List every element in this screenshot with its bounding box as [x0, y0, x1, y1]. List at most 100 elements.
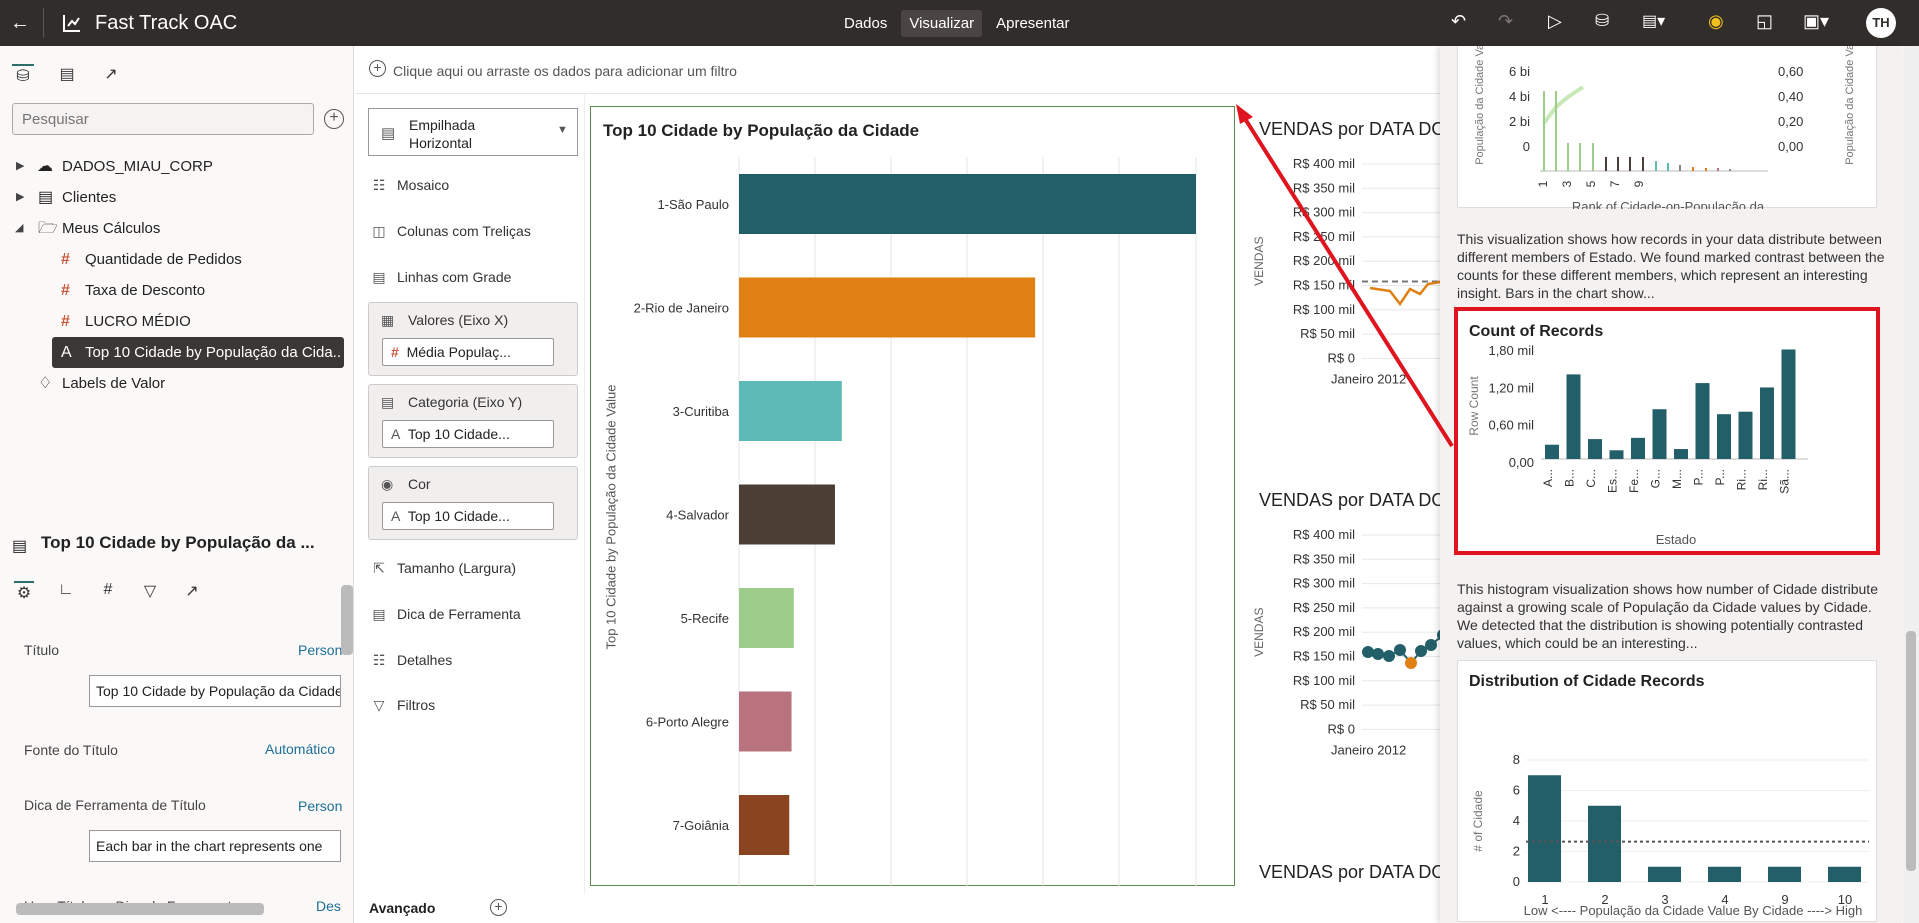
- grammar-detalhes[interactable]: ☷ Detalhes: [369, 652, 453, 669]
- titulo-input[interactable]: Top 10 Cidade by População da Cidade: [89, 675, 341, 707]
- dica-titulo-input[interactable]: Each bar in the chart represents one: [89, 830, 341, 862]
- tag-icon: ♢: [38, 375, 53, 392]
- add-data-icon[interactable]: +: [324, 109, 344, 129]
- bar: [1528, 775, 1561, 882]
- pill-label: Top 10 Cidade...: [407, 426, 510, 442]
- data-tree: ▶ ☁ DADOS_MIAU_CORP ▶ ▤ Clientes ◢ 🗁 Meu…: [0, 151, 354, 399]
- x-tick-label: Janeiro 2012: [1331, 371, 1406, 386]
- tab-visualizar[interactable]: Visualizar: [901, 10, 983, 37]
- insights-scrollbar[interactable]: [1903, 46, 1919, 923]
- comment-icon[interactable]: ▤▾: [1642, 11, 1665, 31]
- export-icon[interactable]: ◱: [1756, 11, 1773, 32]
- chart-title: VENDAS por DATA DO P: [1259, 862, 1450, 882]
- attribute-a-icon: A: [391, 508, 401, 524]
- vendas-line-chart-1[interactable]: R$ 400 mil R$ 350 mil R$ 300 mil R$ 250 mil…: [1250, 144, 1450, 444]
- usar-titulo-link[interactable]: Des: [316, 898, 341, 914]
- tree-item-label: DADOS_MIAU_CORP: [62, 158, 213, 175]
- tab-dados[interactable]: Dados: [836, 10, 895, 37]
- insight-bulb-icon[interactable]: ◉: [1708, 11, 1724, 32]
- general-settings-icon[interactable]: ⚙: [14, 581, 34, 602]
- titulo-link[interactable]: Person: [298, 642, 342, 658]
- bar: [739, 691, 792, 752]
- visualizations-tab-icon[interactable]: ▤: [56, 64, 78, 86]
- collapse-arrow-icon[interactable]: ◢: [15, 213, 23, 244]
- tree-item-label: Meus Cálculos: [62, 220, 161, 237]
- tree-item-taxa[interactable]: # Taxa de Desconto: [0, 275, 354, 306]
- avancado-label[interactable]: Avançado: [369, 900, 435, 916]
- axis-icon[interactable]: ∟: [56, 581, 76, 601]
- bar: [1828, 866, 1861, 882]
- measure-hash-icon: #: [61, 313, 70, 330]
- analytics-icon[interactable]: ↗: [182, 581, 202, 601]
- y-tick-label: 2 bi: [1509, 114, 1530, 129]
- valores-dropzone[interactable]: ▦ Valores (Eixo X) # Média Populaç...: [368, 302, 578, 376]
- tree-item-quantidade[interactable]: # Quantidade de Pedidos: [0, 244, 354, 275]
- filter-icon[interactable]: ▽: [140, 581, 160, 601]
- tree-item-dados[interactable]: ▶ ☁ DADOS_MIAU_CORP: [0, 151, 354, 182]
- cor-pill[interactable]: A Top 10 Cidade...: [382, 502, 554, 530]
- tree-item-meus-calculos[interactable]: ◢ 🗁 Meus Cálculos: [0, 213, 354, 244]
- y-tick-label: 8: [1513, 752, 1520, 767]
- tree-item-label: Labels de Valor: [62, 375, 166, 392]
- redo-icon[interactable]: ↷: [1498, 11, 1513, 32]
- play-icon[interactable]: ▷: [1548, 11, 1562, 32]
- data-tab-icon[interactable]: ⛁: [12, 64, 34, 86]
- insight-text-2: This histogram visualization shows how n…: [1457, 581, 1878, 651]
- vendas-line-chart-2[interactable]: R$ 400 mil R$ 350 mil R$ 300 mil R$ 250 mil…: [1250, 515, 1450, 815]
- y-axis-label: # of Cidade: [1471, 790, 1485, 852]
- back-arrow-icon[interactable]: ←: [10, 12, 30, 35]
- y-tick-label: R$ 50 mil: [1300, 697, 1355, 712]
- tree-item-clientes[interactable]: ▶ ▤ Clientes: [0, 182, 354, 213]
- y-tick-label: R$ 200 mil: [1293, 253, 1355, 268]
- x-tick-label: 1: [1536, 180, 1550, 187]
- expand-arrow-icon[interactable]: ▶: [16, 151, 24, 182]
- add-filter-icon[interactable]: +: [369, 60, 386, 77]
- tree-item-top10[interactable]: A Top 10 Cidade by População da Cida...: [52, 337, 344, 368]
- mode-nav: Dados Visualizar Apresentar: [836, 10, 1078, 37]
- tree-item-lucro[interactable]: # LUCRO MÉDIO: [0, 306, 354, 337]
- grammar-filtros[interactable]: ▽ Filtros: [369, 697, 436, 714]
- horizontal-scrollbar[interactable]: [16, 903, 264, 915]
- y-tick-label: R$ 0: [1328, 350, 1355, 365]
- valores-pill[interactable]: # Média Populaç...: [382, 338, 554, 366]
- grammar-colunas[interactable]: ◫ Colunas com Treliças: [369, 223, 530, 240]
- x-axis-label: Low <---- População da Cidade Value By C…: [1524, 903, 1863, 918]
- expand-arrow-icon[interactable]: ▶: [16, 182, 24, 213]
- x-tick-label: 3: [1560, 180, 1574, 187]
- rank-chart[interactable]: 6 bi 0,60 4 bi 0,40 2 bi 0,20 0 0,00 População d…: [1458, 46, 1878, 231]
- grammar-tamanho[interactable]: ⇱ Tamanho (Largura): [369, 560, 516, 577]
- undo-icon[interactable]: ↶: [1451, 11, 1466, 32]
- distribution-card[interactable]: Distribution of Cidade Records 8 6 4 2 0 # of…: [1457, 660, 1877, 922]
- data-point: [1405, 657, 1417, 669]
- main-bar-chart[interactable]: 1-São Paulo 2-Rio de Janeiro 3-Curitiba 4-S…: [591, 107, 1234, 887]
- avatar[interactable]: TH: [1866, 8, 1896, 38]
- grammar-linhas[interactable]: ▤ Linhas com Grade: [369, 269, 511, 286]
- number-hash-icon[interactable]: #: [98, 581, 118, 601]
- series-line: [1369, 263, 1450, 307]
- vertical-scrollbar[interactable]: [341, 585, 353, 655]
- add-advanced-icon[interactable]: +: [490, 899, 507, 916]
- distribution-chart[interactable]: 86420# of Cidade1 2 3 4 9 10Low <---- Populaç…: [1458, 661, 1878, 923]
- search-input[interactable]: [12, 103, 314, 135]
- tree-item-labels[interactable]: ♢ Labels de Valor: [0, 368, 354, 399]
- filter-bar[interactable]: + Clique aqui ou arraste os dados para a…: [355, 46, 1440, 94]
- grammar-mosaico[interactable]: ☷ Mosaico: [369, 177, 449, 194]
- categoria-dropzone[interactable]: ▤ Categoria (Eixo Y) A Top 10 Cidade...: [368, 384, 578, 458]
- analytics-tab-icon[interactable]: ↗: [100, 64, 122, 86]
- scrollbar-thumb[interactable]: [1906, 631, 1916, 871]
- measure-hash-icon: #: [61, 282, 70, 299]
- fonte-titulo-link[interactable]: Automático: [265, 741, 335, 757]
- rank-chart-card[interactable]: 6 bi 0,60 4 bi 0,40 2 bi 0,20 0 0,00 População d…: [1457, 46, 1878, 231]
- tab-apresentar[interactable]: Apresentar: [988, 10, 1077, 37]
- x-axis-label-line1: Rank of Cidade-on-População da: [1572, 199, 1765, 209]
- data-refresh-icon[interactable]: ⛁: [1595, 11, 1609, 31]
- main-chart-canvas[interactable]: Top 10 Cidade by População da Cidade Top…: [590, 106, 1235, 887]
- save-icon[interactable]: ▣▾: [1803, 11, 1829, 32]
- categoria-pill[interactable]: A Top 10 Cidade...: [382, 420, 554, 448]
- y-tick-label: R$ 0: [1328, 721, 1355, 736]
- cor-dropzone[interactable]: ◉ Cor A Top 10 Cidade...: [368, 466, 578, 540]
- data-point: [1415, 645, 1427, 657]
- dica-titulo-link[interactable]: Person: [298, 798, 342, 814]
- chart-type-select[interactable]: ▤ Empilhada Horizontal ▼: [368, 108, 578, 156]
- grammar-dica[interactable]: ▤ Dica de Ferramenta: [369, 606, 520, 623]
